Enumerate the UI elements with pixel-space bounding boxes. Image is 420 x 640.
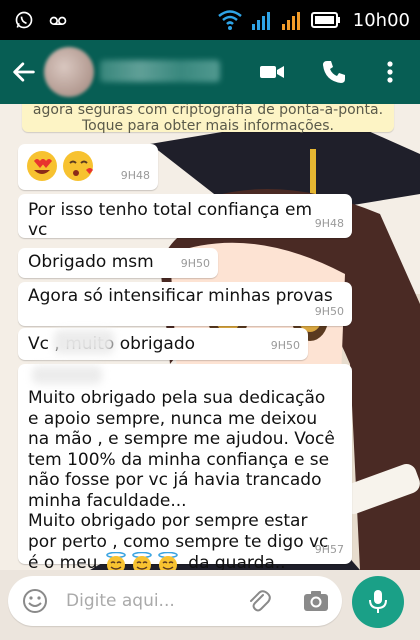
signal-icon — [251, 12, 270, 30]
back-arrow-icon[interactable] — [10, 58, 38, 86]
message-bubble[interactable]: Por isso tenho total confiança em vc 9H4… — [18, 194, 352, 240]
input-bar: Digite aqui... — [0, 570, 420, 640]
voicemail-icon — [49, 16, 67, 26]
message-text: Agora só intensificar minhas provas — [28, 286, 333, 306]
message-bubble[interactable]: Agora só intensificar minhas provas 9H50 — [18, 282, 352, 326]
message-placeholder: Digite aqui... — [66, 591, 175, 611]
redacted-text — [54, 330, 114, 354]
encryption-notice[interactable]: agora seguras com criptografia de ponta-… — [22, 104, 394, 134]
camera-icon[interactable] — [302, 588, 330, 614]
attach-icon[interactable] — [246, 588, 272, 614]
clock: 10h00 — [352, 9, 410, 31]
wifi-icon — [217, 10, 242, 30]
message-bubble[interactable]: Vc , muito obrigado 9H50 — [18, 328, 308, 360]
message-bubble[interactable]: Obrigado msm 9H50 — [18, 248, 218, 278]
message-bubble[interactable]: 9H48 — [18, 144, 158, 190]
signal-icon — [281, 12, 300, 30]
phone-icon[interactable] — [320, 58, 348, 86]
emoji-icon[interactable] — [22, 588, 48, 614]
mic-button[interactable] — [352, 576, 404, 628]
redacted-text — [32, 366, 102, 384]
emoji-hearts-eyes-icon — [27, 151, 93, 181]
more-options-icon[interactable] — [376, 58, 404, 86]
message-text: Muito obrigado pela sua dedicação e apoi… — [28, 388, 342, 570]
contact-name[interactable] — [100, 60, 220, 82]
emoji-angel-icon — [106, 552, 178, 570]
whatsapp-icon — [15, 11, 33, 29]
chat-area[interactable]: agora seguras com criptografia de ponta-… — [0, 104, 420, 570]
message-text: Por isso tenho total confiança em vc — [28, 200, 313, 240]
mic-icon — [369, 590, 387, 613]
contact-avatar[interactable] — [44, 47, 94, 97]
message-text: Obrigado msm — [28, 252, 154, 272]
battery-icon — [310, 12, 340, 28]
message-bubble[interactable]: Muito obrigado pela sua dedicação e apoi… — [18, 364, 352, 570]
chat-header — [0, 40, 420, 104]
phone-screen: 10h00 agora seguras com criptografia de … — [0, 0, 420, 640]
message-input[interactable]: Digite aqui... — [8, 576, 342, 626]
video-call-icon[interactable] — [258, 58, 286, 86]
status-bar: 10h00 — [0, 0, 420, 40]
